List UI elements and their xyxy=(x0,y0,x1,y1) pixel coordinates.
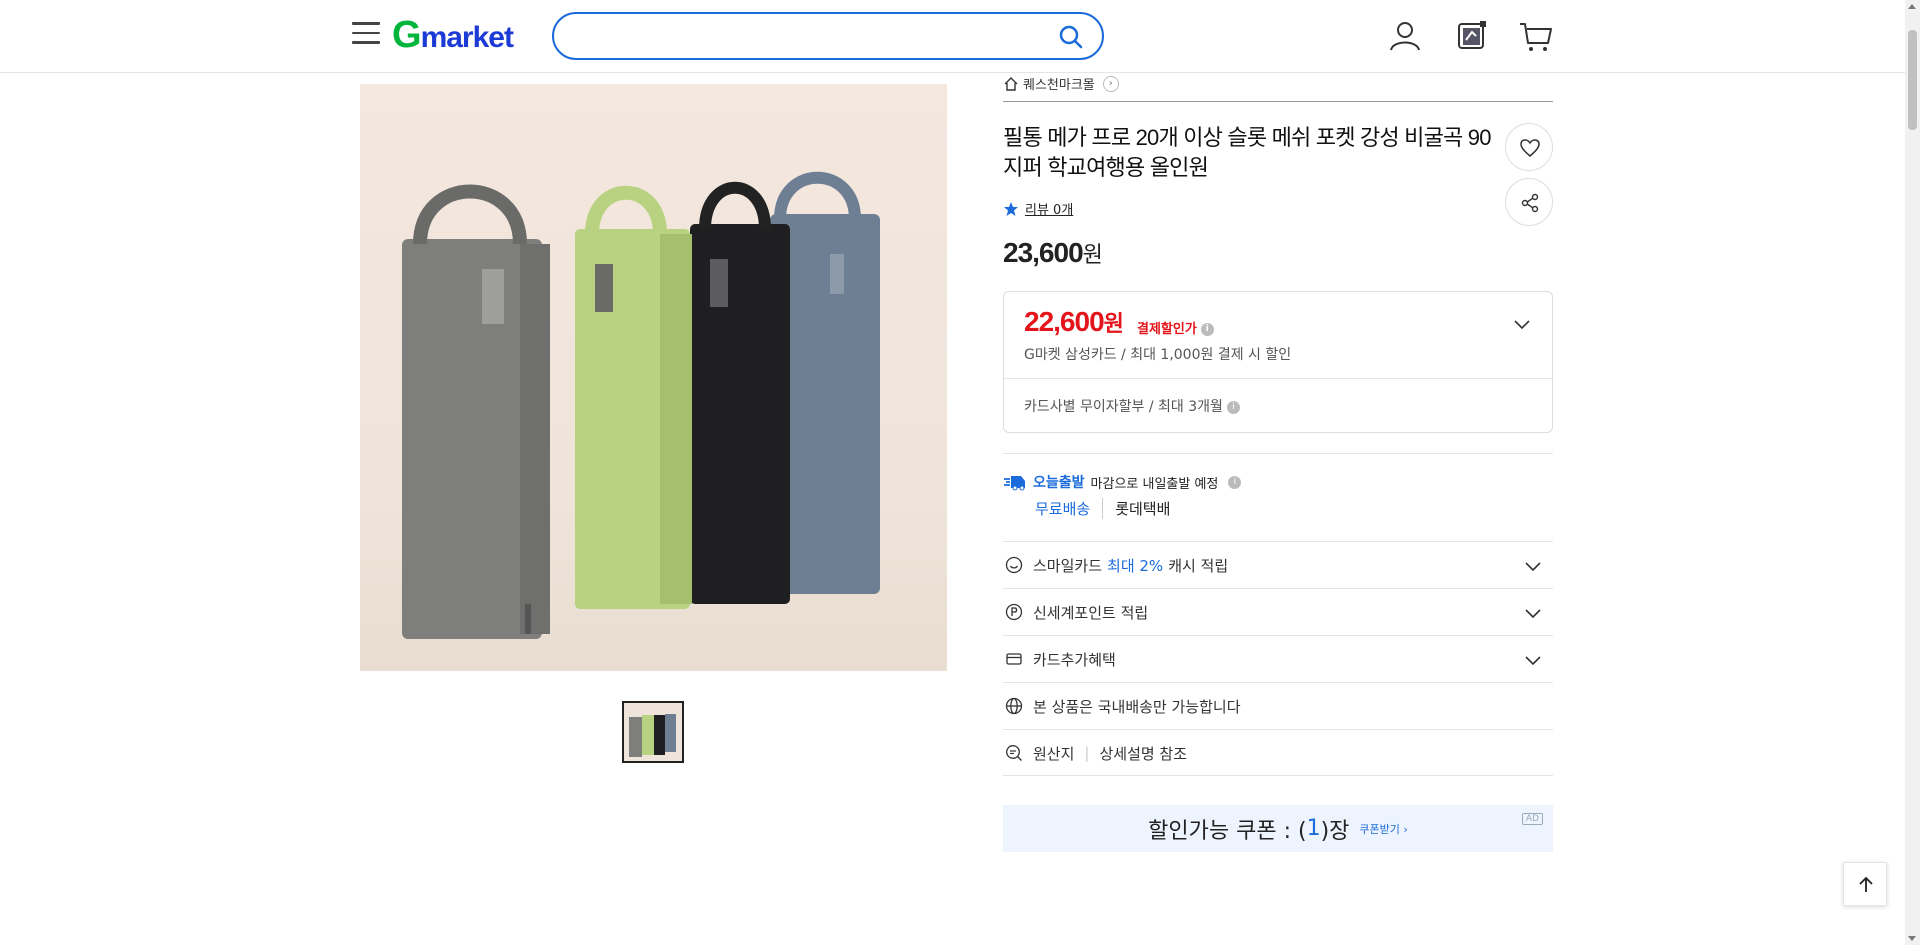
divider xyxy=(1004,378,1552,379)
home-icon xyxy=(1004,76,1018,91)
seller-name: 퀘스천마크몰 xyxy=(1023,78,1095,93)
header: Gmarket xyxy=(0,0,1905,73)
installment-text: 카드사별 무이자할부 / 최대 3개월 xyxy=(1024,399,1223,415)
origin-value: 상세설명 참조 xyxy=(1099,744,1188,763)
info-icon[interactable]: i xyxy=(1226,400,1240,414)
review-summary: 리뷰 0개 xyxy=(1003,199,1073,218)
arrow-up-icon xyxy=(1859,876,1873,892)
user-icon[interactable] xyxy=(1387,18,1423,54)
chevron-down-icon[interactable] xyxy=(1523,556,1543,576)
chevron-down-icon[interactable] xyxy=(1523,650,1543,670)
chevron-down-icon[interactable] xyxy=(1523,603,1543,623)
domestic-shipping-row: 본 상품은 국내배송만 가능합니다 xyxy=(1003,682,1553,729)
domestic-label: 본 상품은 국내배송만 가능합니다 xyxy=(1033,697,1241,716)
ad-badge: AD xyxy=(1521,813,1543,825)
scroll-down-icon[interactable] xyxy=(1908,936,1916,941)
separator: | xyxy=(1084,744,1090,762)
shipping-today-row: 오늘출발 마감으로 내일출발 예정 i xyxy=(1003,472,1242,492)
coupon-banner[interactable]: 할인가능 쿠폰 : ( 1 )장 쿠폰받기 › AD xyxy=(1003,805,1553,852)
ship-today-label: 오늘출발 xyxy=(1033,475,1085,491)
coupon-count: 1 xyxy=(1306,816,1321,841)
shinsegae-point-row[interactable]: 신세계포인트 적립 xyxy=(1003,588,1553,635)
discount-description: G마켓 삼성카드 / 최대 1,000원 결제 시 할인 xyxy=(1024,347,1292,363)
search-origin-icon xyxy=(1006,745,1022,761)
discount-label: 결제할인가 i xyxy=(1137,318,1214,337)
discount-price-value: 22,600 xyxy=(1024,306,1105,337)
origin-row: 원산지 | 상세설명 참조 xyxy=(1003,729,1553,776)
coupon-suffix: )장 xyxy=(1320,818,1350,844)
globe-icon xyxy=(1005,697,1023,715)
discount-label-text: 결제할인가 xyxy=(1137,322,1197,337)
origin-label: 원산지 xyxy=(1033,744,1075,763)
original-price: 23,600원 xyxy=(1003,237,1103,269)
thumbnail-image xyxy=(624,703,682,761)
wishlist-button[interactable] xyxy=(1505,123,1553,171)
ship-note: 마감으로 내일출발 예정 xyxy=(1090,476,1219,492)
card-benefit-row[interactable]: 카드추가혜택 xyxy=(1003,635,1553,682)
shipping-detail-row: 무료배송 롯데택배 xyxy=(1035,498,1170,519)
point-icon xyxy=(1005,603,1023,621)
scroll-thumb[interactable] xyxy=(1908,30,1917,130)
price-value: 23,600 xyxy=(1003,237,1084,268)
card-icon xyxy=(1006,653,1022,665)
gmarket-logo[interactable]: Gmarket xyxy=(392,14,514,57)
smile-icon xyxy=(1005,556,1023,574)
cart-icon[interactable] xyxy=(1518,18,1554,54)
fast-delivery-icon xyxy=(1004,476,1025,491)
seller-link[interactable]: 퀘스천마크몰 › xyxy=(1003,74,1119,93)
scrollbar[interactable] xyxy=(1905,0,1920,945)
review-link[interactable]: 리뷰 0개 xyxy=(1025,199,1073,218)
card-benefit-label: 카드추가혜택 xyxy=(1033,650,1116,669)
divider xyxy=(1003,101,1553,102)
star-icon xyxy=(1004,201,1018,216)
get-coupon-link[interactable]: 쿠폰받기 › xyxy=(1359,821,1407,837)
divider xyxy=(1003,775,1553,776)
carrier-label: 롯데택배 xyxy=(1115,500,1171,518)
shipping-info: 오늘출발 마감으로 내일출발 예정 i 무료배송 롯데택배 xyxy=(1003,453,1553,541)
chevron-right-icon: › xyxy=(1102,75,1119,92)
logo-text: market xyxy=(420,21,514,54)
recent-items-icon[interactable] xyxy=(1454,18,1490,54)
coupon-prefix: 할인가능 쿠폰 : ( xyxy=(1148,818,1307,844)
smilecard-suffix: 캐시 적립 xyxy=(1168,556,1229,575)
info-icon[interactable]: i xyxy=(1228,475,1242,489)
search-icon[interactable] xyxy=(1058,24,1084,50)
price-unit: 원 xyxy=(1082,242,1103,267)
chevron-down-icon[interactable] xyxy=(1512,314,1532,334)
smilecard-label: 스마일카드 xyxy=(1033,556,1103,575)
discount-price: 22,600원 xyxy=(1024,306,1124,338)
menu-icon[interactable] xyxy=(352,22,380,46)
search-input[interactable] xyxy=(574,24,1034,48)
share-icon xyxy=(1521,193,1539,213)
product-main-image[interactable] xyxy=(360,84,947,671)
scroll-up-icon[interactable] xyxy=(1908,4,1916,9)
smilecard-benefit-row[interactable]: 스마일카드 최대 2% 캐시 적립 xyxy=(1003,541,1553,588)
back-to-top-button[interactable] xyxy=(1843,862,1887,906)
heart-icon xyxy=(1520,139,1540,157)
pencil-case-photo xyxy=(402,171,880,639)
search-bar xyxy=(552,12,1104,60)
installment-info: 카드사별 무이자할부 / 최대 3개월 i xyxy=(1024,396,1240,416)
logo-g: G xyxy=(392,14,422,56)
discount-box: 22,600원 결제할인가 i G마켓 삼성카드 / 최대 1,000원 결제 시… xyxy=(1003,291,1553,433)
free-shipping-label: 무료배송 xyxy=(1035,498,1104,519)
discount-price-unit: 원 xyxy=(1103,311,1124,336)
smilecard-rate: 최대 2% xyxy=(1107,556,1164,575)
product-thumbnail[interactable] xyxy=(622,701,684,763)
shinsegae-label: 신세계포인트 적립 xyxy=(1033,603,1149,622)
product-title: 필통 메가 프로 20개 이상 슬롯 메쉬 포켓 강성 비굴곡 90 지퍼 학교… xyxy=(1003,125,1491,180)
share-button[interactable] xyxy=(1505,178,1553,226)
info-icon[interactable]: i xyxy=(1200,323,1214,336)
